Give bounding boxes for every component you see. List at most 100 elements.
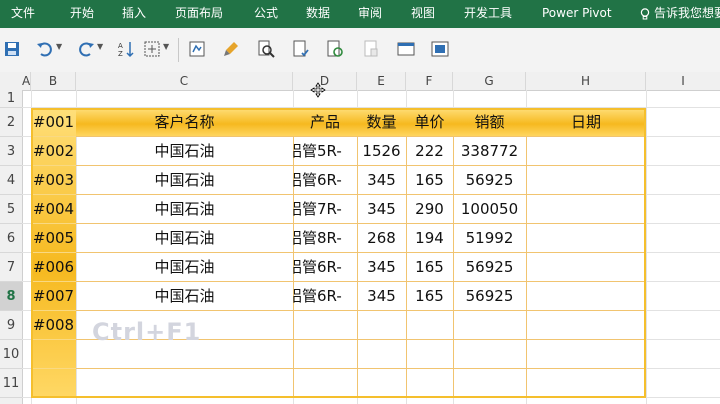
toolbar-separator [178,38,179,62]
header-customer-name[interactable]: 客户名称 [76,108,293,137]
cell-unit-price[interactable]: 165 [406,282,453,311]
tell-me-box[interactable]: 告诉我您想要做什么 [640,0,720,28]
cell-customer-name[interactable]: 中国石油 [76,166,293,195]
cell-product[interactable]: 铝管8R- [293,224,357,253]
column-header: A B C D E F G H I [0,72,720,91]
row-header-9[interactable]: 9 [0,311,22,340]
cell-sales[interactable]: 56925 [453,166,526,195]
sort-icon[interactable]: AZ [117,40,135,58]
cell-quantity[interactable]: 1526 [357,137,406,166]
tab-power-pivot[interactable]: Power Pivot [542,0,612,28]
row-header-3[interactable]: 3 [0,137,22,166]
format-painter-icon[interactable] [222,40,240,58]
row-header: 1 2 3 4 5 6 7 8 9 10 11 [0,90,23,404]
tab-page-layout[interactable]: 页面布局 [175,0,223,28]
header-sales[interactable]: 销额 [453,108,526,137]
column-header-i[interactable]: I [646,72,720,90]
undo-icon[interactable] [36,40,54,58]
cell-product[interactable]: 铝管6R- [293,253,357,282]
svg-text:Z: Z [118,50,123,58]
tab-formulas[interactable]: 公式 [254,0,278,28]
header-date[interactable]: 日期 [526,108,646,137]
cell-id[interactable]: #006 [31,253,76,282]
column-header-h[interactable]: H [526,72,646,90]
cell-customer-name[interactable]: 中国石油 [76,282,293,311]
row-header-6[interactable]: 6 [0,224,22,253]
row-header-10[interactable]: 10 [0,340,22,369]
cell-sales[interactable]: 100050 [453,195,526,224]
cell-id[interactable]: #008 [31,311,76,340]
row-header-5[interactable]: 5 [0,195,22,224]
shortcut-hint: Ctrl+F1 [92,318,202,346]
tell-me-text: 告诉我您想要做什么 [654,6,720,20]
column-header-f[interactable]: F [406,72,453,90]
column-header-b[interactable]: B [31,72,76,90]
cell-quantity[interactable]: 345 [357,195,406,224]
cell-quantity[interactable]: 345 [357,282,406,311]
cell-product[interactable]: 铝管6R- [293,282,357,311]
cell-sales[interactable]: 56925 [453,253,526,282]
header-quantity[interactable]: 数量 [357,108,406,137]
tab-home[interactable]: 开始 [70,0,94,28]
cell-unit-price[interactable]: 165 [406,253,453,282]
move-cursor-icon [310,82,326,98]
cell-id[interactable]: #004 [31,195,76,224]
tab-view[interactable]: 视图 [411,0,435,28]
header-id[interactable]: #001 [31,108,76,137]
header-unit-price[interactable]: 单价 [406,108,453,137]
spreadsheet-grid[interactable]: #001 客户名称 产品 数量 单价 销额 日期 #002 中国石油 铝管5R- 1526 222 33… [22,90,720,404]
cell-product[interactable]: 铝管7R- [293,195,357,224]
document-icon[interactable] [362,40,380,58]
border-icon[interactable] [143,40,161,58]
document-check-icon[interactable] [292,40,310,58]
cell-sales[interactable]: 56925 [453,282,526,311]
cell-id[interactable]: #005 [31,224,76,253]
cell-customer-name[interactable]: 中国石油 [76,137,293,166]
tab-insert[interactable]: 插入 [122,0,146,28]
cell-id[interactable]: #003 [31,166,76,195]
column-header-a[interactable]: A [22,72,31,90]
undo-dropdown-icon[interactable]: ▼ [56,42,62,51]
cell-customer-name[interactable]: 中国石油 [76,224,293,253]
cell-unit-price[interactable]: 165 [406,166,453,195]
tab-file[interactable]: 文件 [11,0,35,28]
column-header-e[interactable]: E [357,72,406,90]
header-product[interactable]: 产品 [293,108,357,137]
print-preview-icon[interactable] [257,40,275,58]
cell-product[interactable]: 铝管6R- [293,166,357,195]
tab-review[interactable]: 审阅 [358,0,382,28]
select-visible-icon[interactable] [188,40,206,58]
border-dropdown-icon[interactable]: ▼ [163,42,169,51]
cell-id[interactable]: #002 [31,137,76,166]
tab-data[interactable]: 数据 [306,0,330,28]
row-header-2[interactable]: 2 [0,108,22,137]
tab-developer[interactable]: 开发工具 [464,0,512,28]
row-header-4[interactable]: 4 [0,166,22,195]
cell-unit-price[interactable]: 222 [406,137,453,166]
row-header-7[interactable]: 7 [0,253,22,282]
layout-icon[interactable] [431,40,449,58]
cell-unit-price[interactable]: 194 [406,224,453,253]
document-refresh-icon[interactable] [326,40,344,58]
cell-unit-price[interactable]: 290 [406,195,453,224]
window-icon[interactable] [397,40,415,58]
cell-quantity[interactable]: 268 [357,224,406,253]
cell-customer-name[interactable]: 中国石油 [76,253,293,282]
lightbulb-icon [640,7,650,19]
cell-id[interactable]: #007 [31,282,76,311]
column-header-g[interactable]: G [453,72,526,90]
redo-icon[interactable] [77,40,95,58]
row-header-11[interactable]: 11 [0,369,22,398]
cell-quantity[interactable]: 345 [357,166,406,195]
save-icon[interactable] [3,40,21,58]
cell-quantity[interactable]: 345 [357,253,406,282]
row-header-1[interactable]: 1 [0,90,22,108]
cell-sales[interactable]: 338772 [453,137,526,166]
redo-dropdown-icon[interactable]: ▼ [97,42,103,51]
column-header-c[interactable]: C [76,72,293,90]
cell-sales[interactable]: 51992 [453,224,526,253]
cell-customer-name[interactable]: 中国石油 [76,195,293,224]
cell-product[interactable]: 铝管5R- [293,137,357,166]
row-header-8[interactable]: 8 [0,282,22,311]
ribbon-tabs: 文件 开始 插入 页面布局 公式 数据 审阅 视图 开发工具 Power Piv… [0,0,720,28]
